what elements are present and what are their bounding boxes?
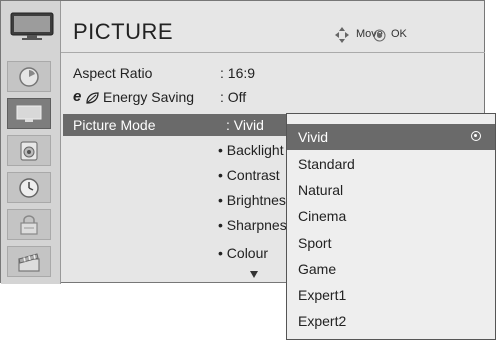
- picture-mode-label[interactable]: Picture Mode: [73, 117, 155, 133]
- sidebar-item-time[interactable]: [7, 172, 51, 203]
- scroll-down-icon[interactable]: [250, 271, 258, 278]
- speaker-icon: [20, 140, 38, 161]
- header-divider: [61, 52, 485, 53]
- option-label: Vivid: [298, 129, 329, 145]
- tv-screen-icon: [10, 12, 54, 40]
- sidebar-item-setup[interactable]: [7, 61, 51, 92]
- option-expert2[interactable]: Expert2: [287, 308, 495, 334]
- option-natural[interactable]: Natural: [287, 177, 495, 203]
- sidebar-item-lock[interactable]: [7, 209, 51, 240]
- clock-icon: [19, 177, 39, 198]
- option-game[interactable]: Game: [287, 256, 495, 282]
- sidebar-item-picture[interactable]: [7, 98, 51, 129]
- option-vivid[interactable]: Vivid: [287, 124, 495, 150]
- aspect-ratio-value: : 16:9: [220, 65, 256, 81]
- clapperboard-icon: [18, 252, 40, 272]
- leaf-icon: [86, 92, 99, 104]
- aspect-ratio-label[interactable]: Aspect Ratio: [73, 65, 152, 81]
- option-expert1[interactable]: Expert1: [287, 282, 495, 308]
- colour-item[interactable]: • Colour: [218, 245, 268, 261]
- option-standard[interactable]: Standard: [287, 151, 495, 177]
- radio-selected-icon: [471, 131, 481, 141]
- backlight-item[interactable]: • Backlight: [218, 142, 284, 158]
- energy-saving-label[interactable]: Energy Saving: [103, 89, 194, 105]
- lock-icon: [20, 214, 38, 235]
- contrast-item[interactable]: • Contrast: [218, 167, 280, 183]
- energy-saving-value: : Off: [220, 89, 247, 105]
- sharpness-item[interactable]: • Sharpness: [218, 217, 294, 233]
- picture-mode-value: : Vivid: [226, 117, 264, 133]
- ok-button-icon: [373, 29, 386, 42]
- sidebar-item-audio[interactable]: [7, 135, 51, 166]
- category-sidebar: [1, 1, 61, 284]
- option-cinema[interactable]: Cinema: [287, 203, 495, 229]
- page-title: PICTURE: [73, 19, 174, 44]
- energy-saving-logo: e: [73, 88, 82, 105]
- clock-dial-icon: [19, 66, 39, 87]
- ok-hint: OK: [391, 28, 407, 40]
- brightness-item[interactable]: • Brightness: [218, 192, 293, 208]
- tv-screen-icon: [16, 105, 42, 122]
- sidebar-item-media[interactable]: [7, 246, 51, 277]
- move-arrows-icon: [335, 27, 349, 43]
- picture-mode-dropdown: Vivid Standard Natural Cinema Sport Game…: [286, 113, 496, 340]
- option-sport[interactable]: Sport: [287, 230, 495, 256]
